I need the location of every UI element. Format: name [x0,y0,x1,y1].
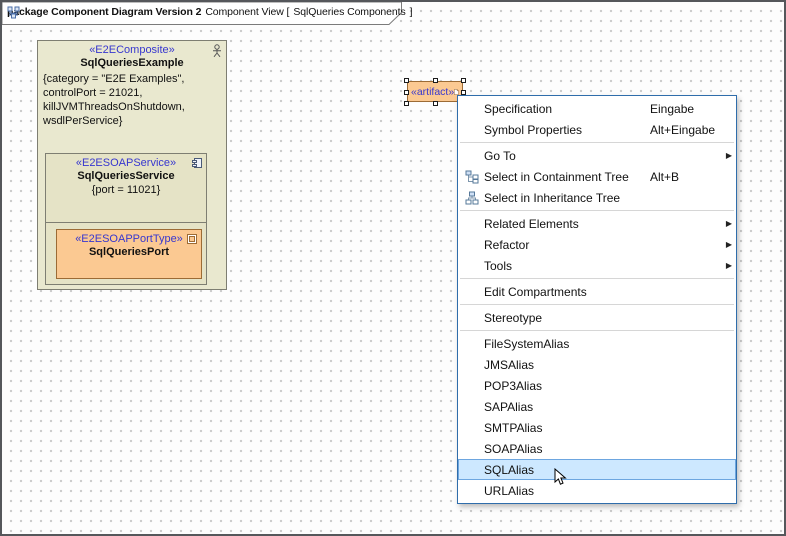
service-name: SqlQueriesService [46,169,206,182]
frame-view-label: Component View [ [205,6,289,18]
menu-separator [460,304,734,305]
service-stereotype: «E2ESOAPService» [46,154,206,169]
resize-handle-middle-left[interactable] [404,90,409,95]
menu-separator [460,142,734,143]
component-sqlqueriesport[interactable]: «E2ESOAPPortType» SqlQueriesPort [56,229,202,279]
compartment-separator [46,222,206,223]
menu-item-filesystemalias[interactable]: FileSystemAlias [458,333,736,354]
menu-item-specification[interactable]: Specification Eingabe [458,98,736,119]
submenu-arrow-icon: ▶ [720,213,732,234]
component-sqlqueriesexample[interactable]: «E2EComposite» SqlQueriesExample {catego… [37,40,227,290]
menu-item-tools[interactable]: Tools ▶ [458,255,736,276]
component-diagram-icon [7,6,20,19]
mouse-cursor-icon [554,468,572,486]
menu-shortcut: Alt+Eingabe [650,123,720,137]
menu-item-sqlalias[interactable]: SQLAlias [458,459,736,480]
artifact-element[interactable]: «artifact» [407,81,463,102]
menu-shortcut: Eingabe [650,102,720,116]
composite-icon [211,44,223,61]
menu-separator [460,210,734,211]
diagram-frame-header: package Component Diagram Version 2 Comp… [2,2,402,25]
frame-diagram-name: SqlQueries Components [293,6,405,18]
menu-item-refactor[interactable]: Refactor ▶ [458,234,736,255]
service-properties: {port = 11021} [46,182,206,196]
composite-name: SqlQueriesExample [38,56,226,69]
menu-item-urlalias[interactable]: URLAlias [458,480,736,501]
menu-item-select-in-inheritance-tree[interactable]: Select in Inheritance Tree [458,187,736,208]
submenu-arrow-icon: ▶ [720,234,732,255]
context-menu: Specification Eingabe Symbol Properties … [457,95,737,504]
menu-item-go-to[interactable]: Go To ▶ [458,145,736,166]
submenu-arrow-icon: ▶ [720,255,732,276]
diagram-window: package Component Diagram Version 2 Comp… [0,0,786,536]
menu-item-smtpalias[interactable]: SMTPAlias [458,417,736,438]
composite-properties: {category = "E2E Examples", controlPort … [38,69,226,128]
frame-title: package Component Diagram Version 2 [7,6,201,18]
composite-stereotype: «E2EComposite» [38,41,226,56]
component-sqlqueriesservice[interactable]: «E2ESOAPService» SqlQueriesService {port… [45,153,207,285]
containment-tree-icon [465,170,479,184]
menu-item-soapalias[interactable]: SOAPAlias [458,438,736,459]
resize-handle-bottom-middle[interactable] [433,101,438,106]
porttype-stereotype: «E2ESOAPPortType» [57,230,201,245]
menu-shortcut: Alt+B [650,170,720,184]
frame-bracket-close: ] [410,6,413,18]
porttype-name: SqlQueriesPort [57,245,201,258]
service-icon [191,157,203,172]
menu-item-related-elements[interactable]: Related Elements ▶ [458,213,736,234]
resize-handle-top-right[interactable] [461,78,466,83]
menu-separator [460,278,734,279]
menu-item-stereotype[interactable]: Stereotype [458,307,736,328]
menu-item-symbol-properties[interactable]: Symbol Properties Alt+Eingabe [458,119,736,140]
menu-item-select-in-containment-tree[interactable]: Select in Containment Tree Alt+B [458,166,736,187]
artifact-stereotype: «artifact» [408,86,454,98]
menu-item-jmsalias[interactable]: JMSAlias [458,354,736,375]
submenu-arrow-icon: ▶ [720,145,732,166]
inheritance-tree-icon [465,191,479,205]
resize-handle-top-middle[interactable] [433,78,438,83]
menu-item-sapalias[interactable]: SAPAlias [458,396,736,417]
menu-item-edit-compartments[interactable]: Edit Compartments [458,281,736,302]
menu-item-pop3alias[interactable]: POP3Alias [458,375,736,396]
menu-separator [460,330,734,331]
resize-handle-top-left[interactable] [404,78,409,83]
porttype-icon [186,233,198,248]
resize-handle-bottom-left[interactable] [404,101,409,106]
